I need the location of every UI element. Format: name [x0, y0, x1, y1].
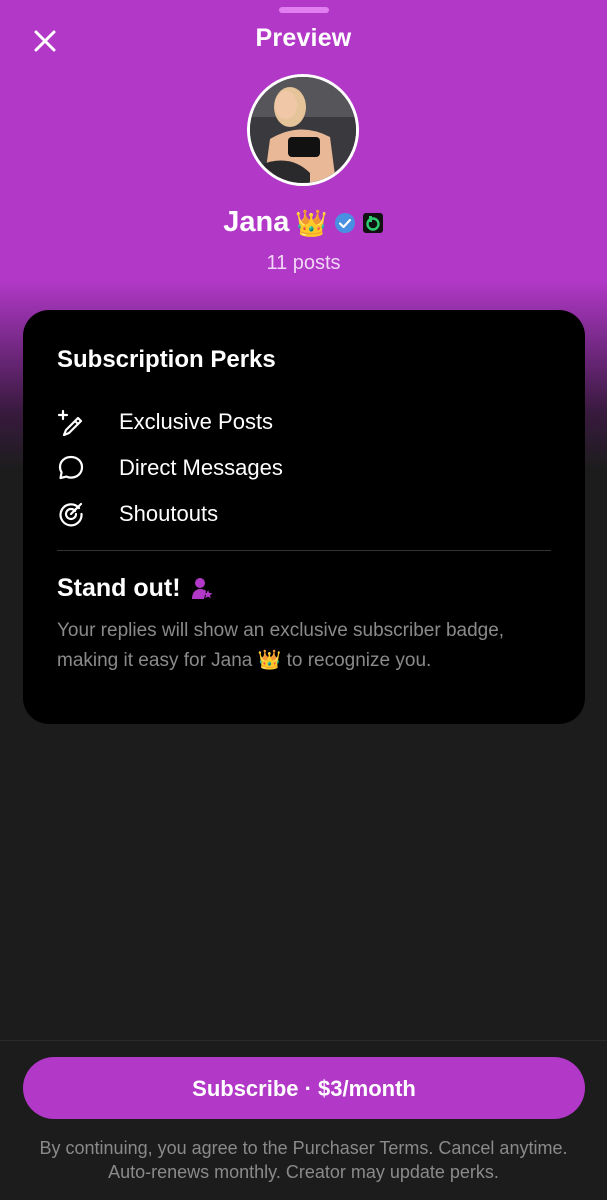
perks-card: Subscription Perks Exclusive Posts Direc… — [23, 310, 585, 724]
standout-description: Your replies will show an exclusive subs… — [57, 620, 505, 671]
perk-shoutouts: Shoutouts — [57, 500, 218, 528]
target-icon — [59, 502, 83, 527]
profile-name-row: Jana 👑 — [0, 206, 607, 239]
verified-badge-icon — [334, 212, 355, 233]
perk-exclusive-posts: Exclusive Posts — [57, 408, 273, 436]
perk-direct-messages: Direct Messages — [57, 454, 283, 482]
perk-label: Exclusive Posts — [119, 409, 274, 434]
perk-label: Shoutouts — [119, 501, 219, 526]
posts-count: 11 posts — [266, 252, 341, 274]
pencil-sparkle-icon — [57, 409, 83, 436]
legal-text: By continuing, you agree to the Purchase… — [39, 1138, 568, 1182]
preview-sheet: Preview Jana 👑 11 posts Subscription Per… — [0, 0, 607, 1040]
footer-divider — [0, 1040, 607, 1041]
page-title: Preview — [255, 24, 352, 52]
avatar-photo — [250, 77, 356, 183]
drag-handle[interactable] — [279, 7, 329, 13]
affiliate-badge-icon — [362, 212, 383, 233]
perk-label: Direct Messages — [119, 455, 283, 480]
profile-name: Jana — [223, 206, 290, 238]
avatar[interactable] — [247, 74, 359, 186]
divider — [57, 550, 551, 551]
crown-emoji: 👑 — [295, 207, 328, 238]
perks-title: Subscription Perks — [57, 346, 276, 373]
subscribe-button[interactable]: Subscribe · $3/month — [23, 1057, 585, 1119]
subscriber-badge-icon — [191, 577, 213, 599]
standout-title: Stand out! — [57, 574, 181, 602]
standout-heading: Stand out! — [57, 574, 213, 603]
chat-bubble-icon — [58, 455, 84, 480]
